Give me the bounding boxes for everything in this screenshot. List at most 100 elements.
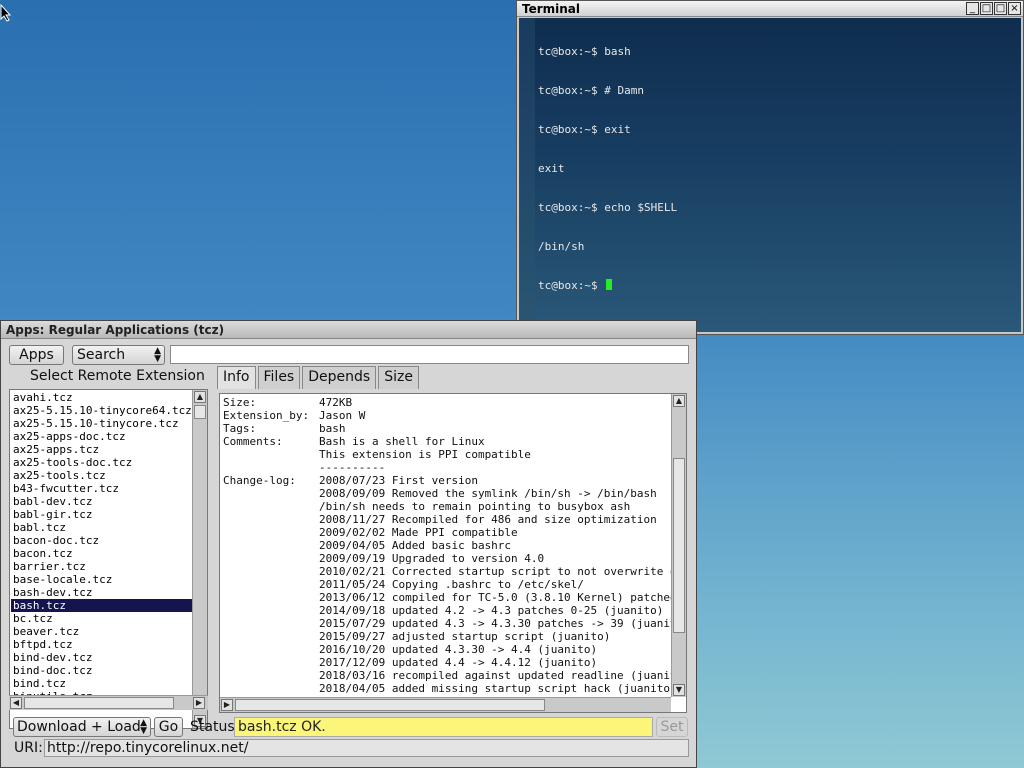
info-row: 2013/06/12 compiled for TC-5.0 (3.8.10 K… [223, 591, 687, 604]
go-button[interactable]: Go [154, 717, 183, 737]
info-row: 2014/09/18 updated 4.2 -> 4.3 patches 0-… [223, 604, 686, 617]
extension-list-vscrollbar[interactable]: ▲ ▼ [192, 390, 207, 728]
uri-field[interactable]: http://repo.tinycorelinux.net/ [44, 739, 689, 757]
info-value: ---------- [319, 461, 386, 474]
info-row: Change-log: 2008/07/23 First version [223, 474, 686, 487]
info-value: 2014/09/18 updated 4.2 -> 4.3 patches 0-… [319, 604, 664, 617]
list-item[interactable]: bind-dev.tcz [11, 651, 193, 664]
window-controls: _ □ □ × [966, 2, 1021, 15]
scroll-left-icon[interactable]: ◀ [10, 697, 22, 709]
select-arrows-icon: ▲ ▼ [140, 718, 147, 736]
info-value: 2016/10/20 updated 4.3.30 -> 4.4 (juanit… [319, 643, 598, 656]
info-key: Change-log: [223, 474, 296, 487]
info-vscrollbar[interactable]: ▲ ▼ [671, 394, 686, 697]
terminal-line: /bin/sh [538, 240, 585, 253]
list-item[interactable]: base-locale.tcz [11, 573, 193, 586]
list-item[interactable]: b43-fwcutter.tcz [11, 482, 193, 495]
list-item[interactable]: ax25-tools.tcz [11, 469, 193, 482]
apps-button[interactable]: Apps [9, 345, 64, 365]
list-item[interactable]: bind.tcz [11, 677, 193, 690]
info-value: /bin/sh needs to remain pointing to busy… [319, 500, 631, 513]
list-item[interactable]: bash-dev.tcz [11, 586, 193, 599]
info-value: 2015/09/27 adjusted startup script (juan… [319, 630, 611, 643]
info-value: 2011/05/24 Copying .bashrc to /etc/skel/ [319, 578, 584, 591]
terminal-titlebar[interactable]: Terminal _ □ □ × [517, 1, 1023, 17]
info-hscrollbar[interactable]: ◀ ▶ [220, 697, 671, 712]
info-row: 2008/09/09 Removed the symlink /bin/sh -… [223, 487, 686, 500]
info-row: 2009/04/05 Added basic bashrc [223, 539, 686, 552]
terminal-line: tc@box:~$ echo $SHELL [538, 201, 678, 214]
scroll-up-icon[interactable]: ▲ [194, 391, 206, 403]
set-button[interactable]: Set [656, 717, 688, 737]
apps-window: Apps: Regular Applications (tcz) Apps Se… [0, 320, 697, 768]
list-item[interactable]: babl.tcz [11, 521, 193, 534]
list-item[interactable]: ax25-5.15.10-tinycore.tcz [11, 417, 193, 430]
list-item[interactable]: bacon-doc.tcz [11, 534, 193, 547]
info-key: Comments: [223, 435, 283, 448]
info-value: 2015/07/29 updated 4.3 -> 4.3.30 patches… [319, 617, 687, 630]
tab-info[interactable]: Info [217, 366, 256, 389]
scroll-up-icon[interactable]: ▲ [673, 395, 685, 407]
terminal-scrollbar[interactable] [519, 18, 535, 332]
list-item-selected[interactable]: bash.tcz [11, 599, 193, 612]
maximize-icon[interactable]: □ [994, 2, 1007, 15]
info-row: Tags: bash [223, 422, 686, 435]
list-item[interactable]: babl-dev.tcz [11, 495, 193, 508]
extension-info-text: Size: 472KB Extension_by: Jason W Tags: bash C… [223, 396, 687, 695]
scroll-thumb[interactable] [673, 458, 685, 633]
list-item[interactable]: avahi.tcz [11, 391, 193, 404]
list-item[interactable]: beaver.tcz [11, 625, 193, 638]
list-item[interactable]: bind-doc.tcz [11, 664, 193, 677]
info-value: bash [319, 422, 346, 435]
download-mode-select[interactable]: Download + Load ▲ ▼ [13, 717, 151, 737]
info-row: 2009/09/19 Upgraded to version 4.0 [223, 552, 686, 565]
terminal-prompt: tc@box:~$ [538, 279, 605, 292]
tab-size[interactable]: Size [378, 366, 419, 389]
list-item[interactable]: bc.tcz [11, 612, 193, 625]
extension-list[interactable]: avahi.tcz ax25-5.15.10-tinycore64.tcz ax… [9, 389, 208, 729]
uri-label: URI: [14, 740, 43, 756]
info-value: 2009/04/05 Added basic bashrc [319, 539, 512, 552]
info-value: 2009/09/19 Upgraded to version 4.0 [319, 552, 545, 565]
list-item[interactable]: babl-gir.tcz [11, 508, 193, 521]
terminal-body[interactable]: tc@box:~$ bash tc@box:~$ # Damn tc@box:~… [535, 18, 1021, 332]
scroll-right-icon[interactable]: ▶ [193, 697, 205, 709]
tab-depends[interactable]: Depends [302, 366, 377, 389]
info-row: Size: 472KB [223, 396, 686, 409]
info-value: 2017/12/09 updated 4.4 -> 4.4.12 (juanit… [319, 656, 598, 669]
list-item[interactable]: bftpd.tcz [11, 638, 193, 651]
search-mode-label: Search [77, 347, 126, 363]
info-row: 2010/02/21 Corrected startup script to n… [223, 565, 686, 578]
apps-titlebar[interactable]: Apps: Regular Applications (tcz) [1, 321, 696, 339]
info-value: 2013/06/12 compiled for TC-5.0 (3.8.10 K… [319, 591, 687, 604]
list-item[interactable]: ax25-5.15.10-tinycore64.tcz [11, 404, 193, 417]
hscroll-thumb[interactable] [24, 697, 174, 709]
hscroll-thumb[interactable] [235, 699, 545, 711]
list-item[interactable]: ax25-apps-doc.tcz [11, 430, 193, 443]
info-row: 2018/03/16 recompiled against updated re… [223, 669, 686, 682]
info-row: Extension_by: Jason W [223, 409, 686, 422]
info-key: Size: [223, 396, 257, 409]
scroll-down-icon[interactable]: ▼ [673, 684, 685, 696]
list-item[interactable]: ax25-apps.tcz [11, 443, 193, 456]
scroll-thumb[interactable] [194, 405, 206, 419]
restore-icon[interactable]: □ [980, 2, 993, 15]
search-mode-select[interactable]: Search ▲ ▼ [72, 345, 165, 365]
search-input[interactable] [170, 345, 689, 364]
info-value: Jason W [319, 409, 366, 422]
terminal-line: tc@box:~$ exit [538, 123, 631, 136]
info-value: 2008/11/27 Recompiled for 486 and size o… [319, 513, 657, 526]
info-row: /bin/sh needs to remain pointing to busy… [223, 500, 686, 513]
info-row: This extension is PPI compatible [223, 448, 686, 461]
extension-list-hscrollbar[interactable]: ◀ ▶ [9, 695, 208, 710]
minimize-icon[interactable]: _ [966, 2, 979, 15]
close-icon[interactable]: × [1008, 2, 1021, 15]
list-item[interactable]: bacon.tcz [11, 547, 193, 560]
info-value: 2009/02/02 Made PPI compatible [319, 526, 518, 539]
scroll-right-icon[interactable]: ▶ [221, 699, 233, 711]
info-value: 2018/04/05 added missing startup script … [319, 682, 677, 695]
list-item[interactable]: barrier.tcz [11, 560, 193, 573]
tab-files[interactable]: Files [257, 366, 301, 389]
list-item[interactable]: ax25-tools-doc.tcz [11, 456, 193, 469]
info-pane[interactable]: Size: 472KB Extension_by: Jason W Tags: bash C… [219, 393, 687, 713]
